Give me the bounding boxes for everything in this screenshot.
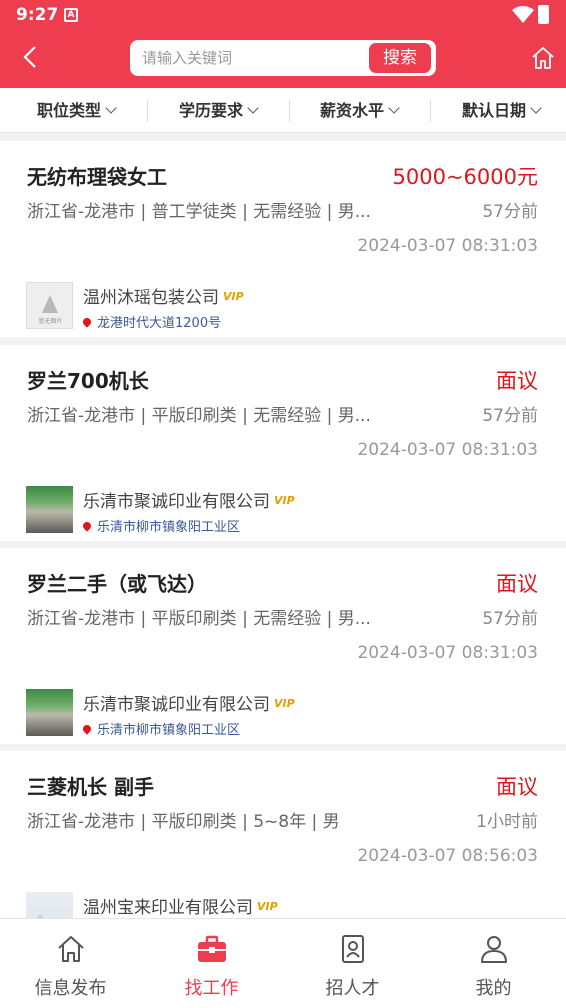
job-list: 无纺布理袋女工 5000~6000元 浙江省-龙港市 | 普工学徒类 | 无需经…	[0, 141, 566, 918]
status-bar: 9:27 A	[0, 0, 566, 30]
job-posted-ago: 1小时前	[476, 812, 538, 832]
job-meta: 浙江省-龙港市 | 平版印刷类 | 5~8年 | 男	[27, 812, 340, 832]
divider	[289, 100, 290, 122]
job-title: 三菱机长 副手	[27, 775, 154, 799]
tab-mine[interactable]: 我的	[423, 919, 564, 1008]
location-pin-icon	[81, 520, 93, 532]
job-posted-ago: 57分前	[482, 202, 538, 222]
job-card[interactable]: 罗兰二手（或飞达） 面议 浙江省-龙港市 | 平版印刷类 | 无需经验 | 男.…	[0, 548, 566, 744]
job-meta: 浙江省-龙港市 | 平版印刷类 | 无需经验 | 男...	[27, 406, 371, 426]
image-placeholder-icon	[36, 914, 60, 918]
job-title: 罗兰700机长	[27, 369, 149, 393]
location-pin-icon	[81, 723, 93, 735]
company-address: 乐清市柳市镇象阳工业区	[81, 719, 240, 738]
divider	[430, 100, 431, 122]
job-card[interactable]: 三菱机长 副手 面议 浙江省-龙港市 | 平版印刷类 | 5~8年 | 男 1小…	[0, 751, 566, 918]
job-card[interactable]: 罗兰700机长 面议 浙江省-龙港市 | 平版印刷类 | 无需经验 | 男...…	[0, 345, 566, 541]
company-name: 乐清市聚诚印业有限公司 VIP	[83, 492, 295, 512]
job-date: 2024-03-07 08:56:03	[357, 846, 538, 866]
job-title: 无纺布理袋女工	[27, 165, 167, 189]
tab-label: 招人才	[325, 978, 380, 999]
back-button[interactable]	[18, 44, 44, 70]
home-icon[interactable]	[530, 45, 556, 71]
battery-icon	[538, 5, 549, 24]
filter-salary[interactable]: 薪资水平	[320, 88, 400, 133]
notification-icon: A	[64, 8, 78, 22]
job-posted-ago: 57分前	[482, 609, 538, 629]
job-date: 2024-03-07 08:31:03	[357, 643, 538, 663]
job-meta: 浙江省-龙港市 | 平版印刷类 | 无需经验 | 男...	[27, 609, 371, 629]
user-icon	[481, 936, 507, 963]
vip-badge: VIP	[223, 289, 244, 303]
vip-badge: VIP	[257, 899, 278, 913]
job-salary: 5000~6000元	[392, 165, 538, 189]
vip-badge: VIP	[274, 493, 295, 507]
resume-icon	[342, 935, 364, 963]
briefcase-icon	[198, 935, 226, 962]
tab-recruit[interactable]: 招人才	[282, 919, 423, 1008]
job-posted-ago: 57分前	[482, 406, 538, 426]
filter-date[interactable]: 默认日期	[462, 88, 542, 133]
company-logo	[26, 689, 73, 736]
job-title: 罗兰二手（或飞达）	[27, 572, 207, 596]
tab-label: 找工作	[184, 978, 239, 999]
company-logo	[26, 892, 73, 918]
bottom-tab-bar: 信息发布 找工作 招人才 我的	[0, 918, 566, 1008]
filter-job-type[interactable]: 职位类型	[37, 88, 117, 133]
company-logo: 暂无图片	[26, 282, 73, 329]
svg-text:暂无图片: 暂无图片	[38, 317, 62, 325]
company-name: 温州宝来印业有限公司 VIP	[83, 898, 278, 918]
tab-info-publish[interactable]: 信息发布	[0, 919, 141, 1008]
chevron-down-icon	[247, 102, 259, 114]
image-placeholder-icon: 暂无图片	[38, 295, 63, 325]
tab-label: 信息发布	[34, 978, 107, 999]
chevron-down-icon	[388, 102, 400, 114]
location-pin-icon	[81, 316, 93, 328]
job-salary: 面议	[496, 572, 538, 596]
filter-bar: 职位类型 学历要求 薪资水平 默认日期	[0, 88, 566, 133]
job-salary: 面议	[496, 369, 538, 393]
vip-badge: VIP	[274, 696, 295, 710]
home-icon	[58, 936, 84, 962]
app-header: 9:27 A 搜索	[0, 0, 566, 88]
job-salary: 面议	[496, 775, 538, 799]
company-name: 乐清市聚诚印业有限公司 VIP	[83, 695, 295, 715]
chevron-down-icon	[530, 102, 542, 114]
job-card[interactable]: 无纺布理袋女工 5000~6000元 浙江省-龙港市 | 普工学徒类 | 无需经…	[0, 141, 566, 337]
search-button[interactable]: 搜索	[369, 43, 431, 73]
company-logo	[26, 486, 73, 533]
chevron-down-icon	[105, 102, 117, 114]
status-time: 9:27	[16, 5, 59, 25]
filter-education[interactable]: 学历要求	[179, 88, 259, 133]
wifi-icon	[512, 6, 534, 23]
job-date: 2024-03-07 08:31:03	[357, 236, 538, 256]
company-name: 温州沐瑶包装公司 VIP	[83, 288, 244, 308]
search-input[interactable]	[142, 47, 362, 69]
tab-label: 我的	[475, 978, 512, 999]
company-address: 乐清市柳市镇象阳工业区	[81, 516, 240, 535]
divider	[147, 100, 148, 122]
job-meta: 浙江省-龙港市 | 普工学徒类 | 无需经验 | 男...	[27, 202, 371, 222]
job-date: 2024-03-07 08:31:03	[357, 440, 538, 460]
company-address: 龙港时代大道1200号	[81, 312, 221, 331]
search-bar: 搜索	[130, 40, 436, 76]
tab-find-job[interactable]: 找工作	[141, 919, 282, 1008]
